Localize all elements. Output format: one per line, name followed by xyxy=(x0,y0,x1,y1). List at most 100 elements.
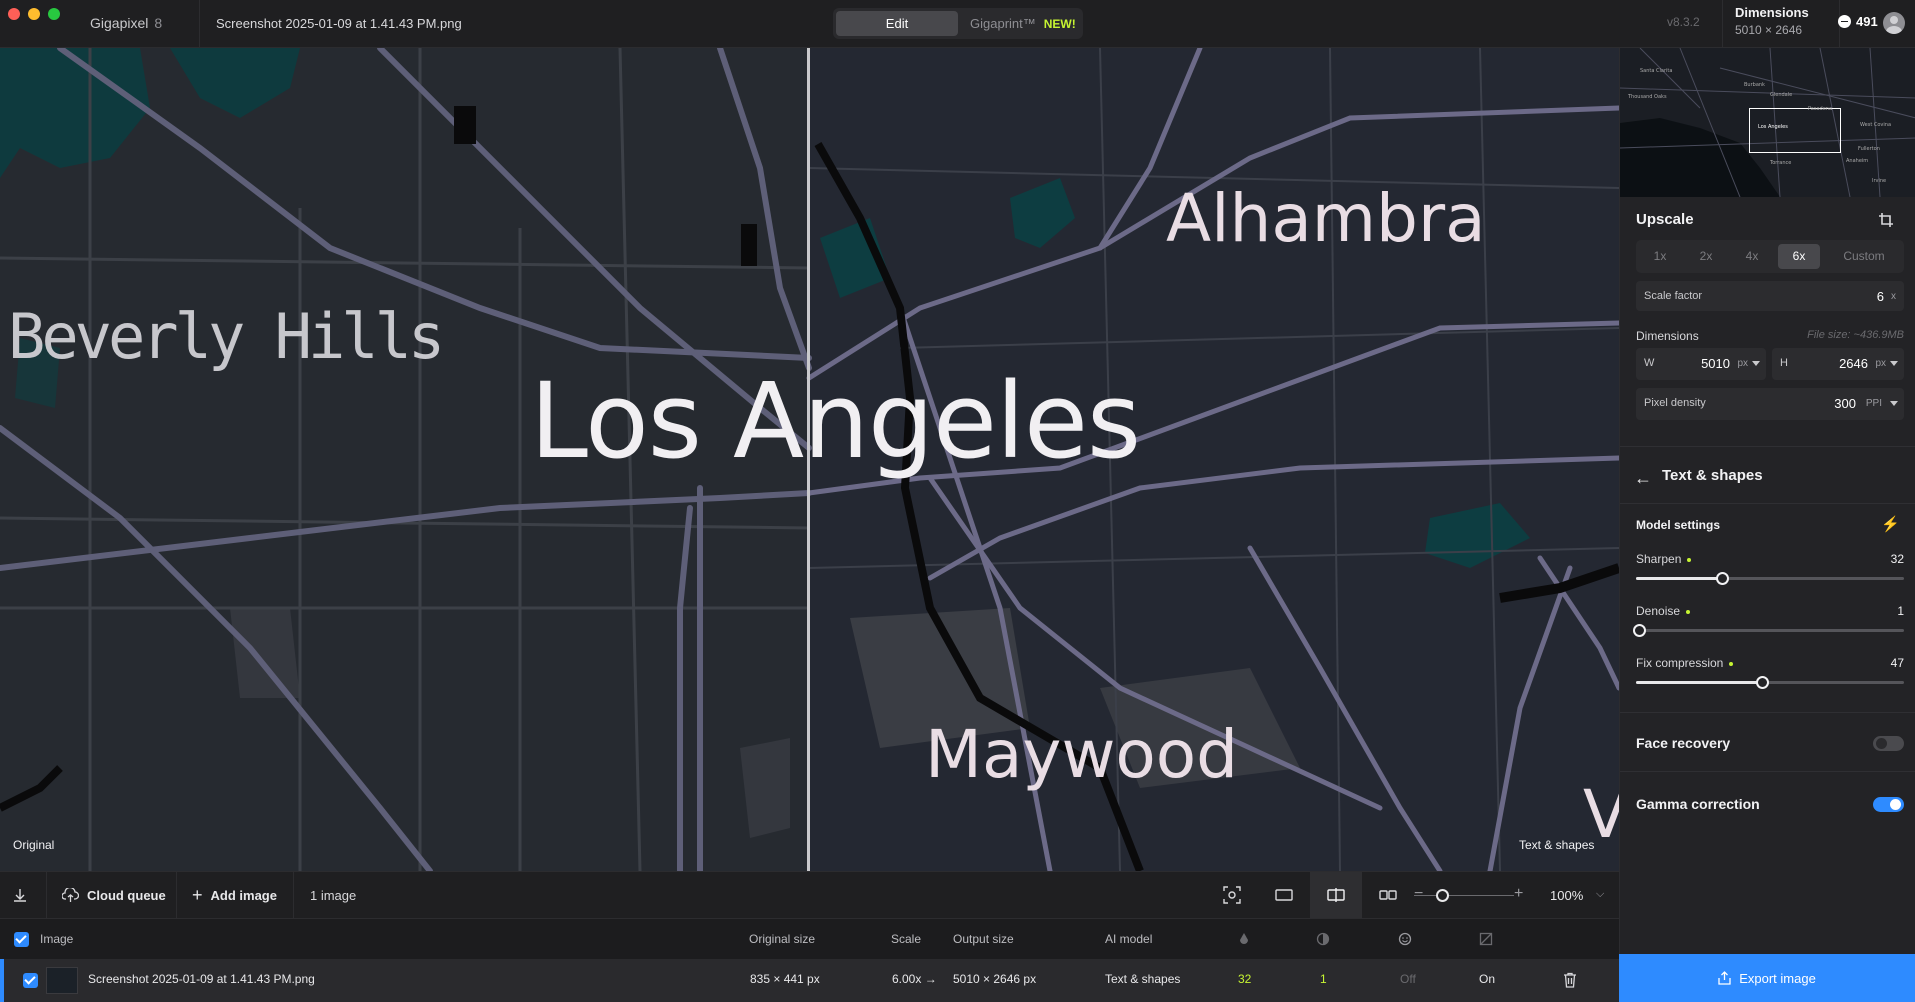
title-bar: Gigapixel 8 Screenshot 2025-01-09 at 1.41… xyxy=(0,0,1915,48)
gigaprint-mode-button[interactable]: Gigaprint™ NEW! xyxy=(970,8,1076,39)
arrow-right-icon: → xyxy=(924,972,937,986)
credits-button[interactable]: 491 xyxy=(1838,14,1878,29)
side-by-side-button[interactable] xyxy=(1362,872,1414,918)
crop-icon[interactable] xyxy=(1878,212,1894,228)
comparison-divider-handle[interactable] xyxy=(807,48,810,871)
minimap-label: West Covina xyxy=(1860,122,1892,128)
model-name[interactable]: Text & shapes xyxy=(1662,467,1763,484)
select-all-checkbox[interactable] xyxy=(14,932,29,947)
credits-count: 491 xyxy=(1856,14,1878,29)
side-by-side-icon xyxy=(1379,890,1397,900)
slider-thumb[interactable] xyxy=(1632,624,1646,637)
minimap-viewport[interactable] xyxy=(1749,108,1841,153)
collapse-queue-button[interactable] xyxy=(12,872,36,918)
gamma-correction-toggle[interactable] xyxy=(1873,797,1904,812)
add-image-button[interactable]: + Add image xyxy=(192,872,277,918)
modified-dot-icon xyxy=(1729,661,1734,666)
zoom-in-icon[interactable]: + xyxy=(1514,885,1523,903)
zoom-slider-thumb[interactable] xyxy=(1436,889,1449,902)
chevron-down-icon[interactable] xyxy=(1890,361,1898,366)
scale-option-4x[interactable]: 4x xyxy=(1732,244,1772,269)
slider-thumb[interactable] xyxy=(1755,676,1769,689)
sharpen-slider[interactable] xyxy=(1636,572,1904,585)
row-face-value: Off xyxy=(1400,972,1416,986)
close-window-button[interactable] xyxy=(8,8,20,20)
navigator-minimap[interactable]: Los Angeles Santa Clarita Thousand Oaks … xyxy=(1620,48,1915,197)
zoom-window-button[interactable] xyxy=(48,8,60,20)
arrow-down-to-line-icon xyxy=(14,889,26,902)
toggle-knob xyxy=(1876,738,1887,749)
minimap-label: Torrance xyxy=(1770,160,1792,166)
zoom-out-icon[interactable]: − xyxy=(1414,885,1423,903)
scale-factor-field[interactable]: Scale factor 6 x xyxy=(1636,281,1904,311)
map-label-maywood: Maywood xyxy=(925,716,1239,793)
preview-canvas[interactable]: Beverly Hills Los Angeles Alhambra Maywo… xyxy=(0,48,1619,871)
bolt-icon[interactable]: ⚡ xyxy=(1881,515,1900,533)
export-image-button[interactable]: Export image xyxy=(1619,954,1915,1002)
row-scale: 6.00x → xyxy=(892,972,937,986)
minimap-label: Irvine xyxy=(1872,178,1887,184)
width-field[interactable]: W 5010 px xyxy=(1636,348,1766,380)
scale-option-1x[interactable]: 1x xyxy=(1640,244,1680,269)
row-output-size: 5010 × 2646 px xyxy=(953,972,1037,986)
pixel-density-field[interactable]: Pixel density 300 PPI xyxy=(1636,388,1904,420)
column-original-size[interactable]: Original size xyxy=(749,932,815,946)
height-value: 2646 xyxy=(1839,356,1868,371)
chevron-down-icon[interactable] xyxy=(1890,401,1898,406)
scale-option-custom[interactable]: Custom xyxy=(1830,244,1898,269)
trash-icon[interactable] xyxy=(1563,972,1577,988)
pixel-density-unit: PPI xyxy=(1865,398,1882,409)
map-label-beverly-hills: Beverly Hills xyxy=(8,300,445,373)
zoom-level[interactable]: 100% xyxy=(1550,888,1583,903)
slider-fill xyxy=(1636,577,1722,580)
height-field[interactable]: H 2646 px xyxy=(1772,348,1904,380)
edit-mode-button[interactable]: Edit xyxy=(836,11,958,36)
column-ai-model[interactable]: AI model xyxy=(1105,932,1152,946)
split-view-button[interactable] xyxy=(1310,872,1362,918)
slider-thumb[interactable] xyxy=(1715,572,1729,585)
fix-compression-slider[interactable] xyxy=(1636,676,1904,689)
chevron-down-icon[interactable]: ⌵ xyxy=(1596,888,1604,901)
dimensions-summary: Dimensions 5010 × 2646 xyxy=(1722,0,1840,48)
column-image[interactable]: Image xyxy=(40,932,73,946)
denoise-icon xyxy=(1316,932,1330,946)
divider xyxy=(293,872,294,918)
dimensions-label: Dimensions xyxy=(1636,329,1699,343)
scale-factor-label: Scale factor xyxy=(1644,290,1703,302)
minimize-window-button[interactable] xyxy=(28,8,40,20)
split-view-icon xyxy=(1327,888,1345,902)
chevron-down-icon[interactable] xyxy=(1752,361,1760,366)
denoise-slider[interactable] xyxy=(1632,624,1904,637)
row-ai-model: Text & shapes xyxy=(1105,972,1181,986)
settings-panel: Los Angeles Santa Clarita Thousand Oaks … xyxy=(1619,48,1915,954)
pixel-density-value: 300 xyxy=(1834,396,1856,411)
face-recovery-toggle[interactable] xyxy=(1873,736,1904,751)
column-scale[interactable]: Scale xyxy=(891,932,921,946)
column-output-size[interactable]: Output size xyxy=(953,932,1014,946)
row-original-size: 835 × 441 px xyxy=(750,972,820,986)
face-recovery-label: Face recovery xyxy=(1636,735,1731,751)
cloud-queue-label: Cloud queue xyxy=(87,887,166,903)
modified-dot-icon xyxy=(1686,609,1691,614)
map-label-los-angeles: Los Angeles xyxy=(530,360,1141,482)
image-count: 1 image xyxy=(310,888,357,903)
minimap-label: Burbank xyxy=(1744,82,1765,88)
scale-option-2x[interactable]: 2x xyxy=(1686,244,1726,269)
avatar[interactable] xyxy=(1883,12,1905,34)
back-arrow-icon[interactable]: ← xyxy=(1634,469,1652,487)
table-row[interactable]: Screenshot 2025-01-09 at 1.41.43 PM.png … xyxy=(0,959,1619,1002)
single-view-icon xyxy=(1275,889,1293,901)
single-view-button[interactable] xyxy=(1258,872,1310,918)
preview-region-button[interactable] xyxy=(1206,872,1258,918)
row-sharpen-value: 32 xyxy=(1238,972,1252,986)
row-checkbox[interactable] xyxy=(23,973,38,988)
zoom-slider[interactable] xyxy=(1414,895,1514,896)
scale-option-6x[interactable]: 6x xyxy=(1778,244,1820,269)
sharpen-label: Sharpen xyxy=(1636,552,1692,566)
model-settings-title: Model settings xyxy=(1636,518,1721,532)
map-label-alhambra: Alhambra xyxy=(1166,180,1486,257)
minimap-label: Pasadena xyxy=(1808,106,1833,112)
row-gamma-value: On xyxy=(1479,972,1496,986)
cloud-queue-button[interactable]: Cloud queue xyxy=(62,872,166,918)
app-version: v8.3.2 xyxy=(1667,15,1700,29)
